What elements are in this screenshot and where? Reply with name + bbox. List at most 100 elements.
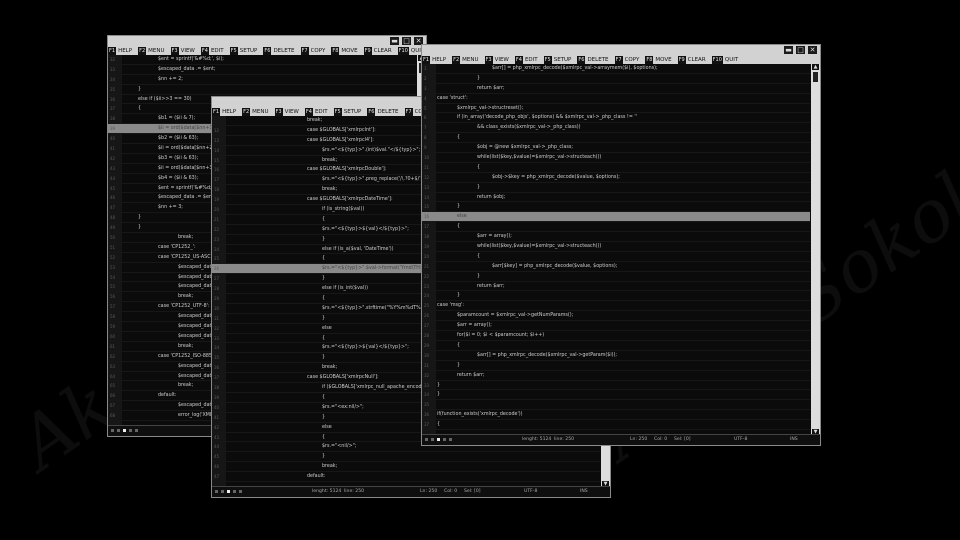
code-line[interactable]: 35 — [422, 400, 810, 411]
code-line[interactable]: 34 $nn += 2; — [108, 75, 416, 85]
page-dot[interactable] — [135, 429, 138, 432]
code-line[interactable]: 17 { — [422, 222, 810, 233]
code-line[interactable]: 13} — [422, 183, 810, 193]
code-line[interactable]: 37 { — [422, 420, 810, 430]
code-line[interactable]: 26 $paramcount = $xmlrpc_val->getNumParam… — [422, 311, 810, 322]
code-line[interactable]: 10 while(list($key,$value)=$xmlrpc_val->s… — [422, 153, 810, 163]
minimize-button[interactable]: ▬ — [390, 37, 399, 45]
code-line[interactable]: 28 for($i = 0; $i < $paramcount; $i++) — [422, 331, 810, 341]
code-line[interactable]: 20 { — [422, 252, 810, 262]
page-dot[interactable] — [239, 490, 242, 493]
menu-item-help[interactable]: F1 HELP — [108, 46, 132, 55]
menu-item-delete[interactable]: F6 DELETE — [263, 46, 295, 55]
code-line[interactable]: 1 $arr[] = php_xmlrpc_decode($xmlrpc_val-… — [422, 64, 810, 74]
editor-window-right[interactable]: ▬ □ ✕ F1 HELP F2 MENU F3 VIEW F4 EDIT F5 SETUP F6 DELE… — [421, 44, 821, 446]
code-text: } — [138, 215, 142, 221]
menu-item-delete[interactable]: F6 DELETE — [577, 55, 609, 64]
code-line[interactable]: 18 $arr = array(); — [422, 232, 810, 243]
code-area[interactable]: 1 $arr[] = php_xmlrpc_decode($xmlrpc_val-… — [422, 64, 820, 435]
menu-item-help[interactable]: F1 HELP — [212, 107, 236, 116]
page-dot[interactable] — [425, 438, 428, 441]
code-line[interactable]: 3 return $arr; — [422, 84, 810, 94]
code-line[interactable]: 34} — [422, 390, 810, 401]
code-line[interactable]: 12 $obj->$key = php_xmlrpc_decode($value,… — [422, 173, 810, 183]
minimize-button[interactable]: ▬ — [784, 46, 793, 54]
code-line[interactable]: 5 $xmlrpc_val->structreset(); — [422, 104, 810, 114]
code-line[interactable]: 9 $obj = @new $xmlrpc_val->_php_class; — [422, 143, 810, 154]
code-line[interactable]: 19 while(list($key,$value)=$xmlrpc_val->s… — [422, 242, 810, 252]
page-dot[interactable] — [111, 429, 114, 432]
menu-item-setup[interactable]: F5 SETUP — [229, 46, 257, 55]
page-dot[interactable] — [221, 490, 224, 493]
code-line[interactable]: 11 { — [422, 163, 810, 173]
page-dot[interactable] — [437, 438, 440, 441]
menu-item-view[interactable]: F3 VIEW — [274, 107, 299, 116]
menu-item-setup[interactable]: F5 SETUP — [333, 107, 361, 116]
code-line[interactable]: 21 $arr[$key] = php_xmlrpc_decode($value,… — [422, 262, 810, 272]
menu-item-copy[interactable]: F7COPY — [300, 46, 325, 55]
code-line[interactable]: 27 $arr = array(); — [422, 321, 810, 332]
page-dot[interactable] — [449, 438, 452, 441]
code-line[interactable]: 4 case 'struct': — [422, 94, 810, 104]
code-line[interactable]: 32 return $arr; — [422, 371, 810, 381]
maximize-button[interactable]: □ — [402, 37, 411, 45]
code-line[interactable]: 22} — [422, 272, 810, 282]
page-dot[interactable] — [227, 490, 230, 493]
page-dot[interactable] — [123, 429, 126, 432]
code-line[interactable]: 2} — [422, 74, 810, 84]
code-line[interactable]: 31} — [422, 361, 810, 371]
code-line[interactable]: 8{ — [422, 133, 810, 144]
line-number: 56 — [110, 294, 116, 300]
menu-item-menu[interactable]: F2 MENU — [452, 55, 479, 64]
code-line[interactable]: 25 case 'msg': — [422, 301, 810, 312]
page-dot[interactable] — [431, 438, 434, 441]
menu-item-move[interactable]: F8MOVE — [331, 46, 358, 55]
code-line[interactable]: 6 if (in_array('decode_php_objs', $option… — [422, 113, 810, 124]
menu-item-view[interactable]: F3 VIEW — [170, 46, 195, 55]
menu-item-edit[interactable]: F4 EDIT — [514, 55, 538, 64]
menu-item-copy[interactable]: F7COPY — [614, 55, 639, 64]
code-line[interactable]: 16 else — [422, 212, 810, 223]
maximize-button[interactable]: □ — [796, 46, 805, 54]
page-dot[interactable] — [443, 438, 446, 441]
code-line[interactable]: 32 $ent = sprintf('&#%d;', $i); — [108, 55, 416, 65]
line-number: 27 — [214, 276, 220, 282]
menu-item-clear[interactable]: F9CLEAR — [363, 46, 392, 55]
close-button[interactable]: ✕ — [808, 46, 817, 54]
menu-item-edit[interactable]: F4 EDIT — [200, 46, 224, 55]
code-line[interactable]: 23 return $arr; — [422, 282, 810, 292]
page-dot[interactable] — [117, 429, 120, 432]
code-line[interactable]: 14 return $obj; — [422, 193, 810, 203]
code-line[interactable]: 45} — [212, 452, 600, 463]
menu-item-edit[interactable]: F4 EDIT — [304, 107, 328, 116]
page-dot[interactable] — [129, 429, 132, 432]
menu-item-clear[interactable]: F9CLEAR — [677, 55, 706, 64]
scroll-thumb[interactable] — [813, 72, 818, 82]
menu-item-setup[interactable]: F5 SETUP — [543, 55, 571, 64]
code-line[interactable]: 36 if(function_exists('xmlrpc_decode')) — [422, 410, 810, 421]
code-line[interactable]: 24} — [422, 291, 810, 302]
menu-item-move[interactable]: F8MOVE — [645, 55, 672, 64]
scroll-up-icon[interactable]: ▲ — [812, 64, 819, 70]
menu-item-delete[interactable]: F6 DELETE — [367, 107, 399, 116]
code-line[interactable]: 46 break; — [212, 462, 600, 473]
menu-item-help[interactable]: F1 HELP — [422, 55, 446, 64]
code-line[interactable]: 30 $arr[] = php_xmlrpc_decode($xmlrpc_val… — [422, 351, 810, 361]
code-line[interactable]: 33 $escaped_data .= $ent; — [108, 65, 416, 75]
menu-item-view[interactable]: F3 VIEW — [484, 55, 509, 64]
code-line[interactable]: 15} — [422, 202, 810, 213]
line-number: 7 — [424, 125, 427, 131]
page-dot[interactable] — [215, 490, 218, 493]
code-line[interactable]: 35} — [108, 85, 416, 95]
code-line[interactable]: 7 && class_exists($xmlrpc_val->_php_class… — [422, 123, 810, 134]
vertical-scrollbar[interactable]: ▲▼ — [811, 64, 820, 435]
code-text: case 'CP1252_': — [158, 244, 196, 250]
menu-item-quit[interactable]: F10QUIT — [711, 55, 738, 64]
code-line[interactable]: 29 { — [422, 341, 810, 351]
menu-item-menu[interactable]: F2 MENU — [138, 46, 165, 55]
menu-item-menu[interactable]: F2 MENU — [242, 107, 269, 116]
code-line[interactable]: 47 default: — [212, 472, 600, 482]
page-dot[interactable] — [233, 490, 236, 493]
code-text: if ($GLOBALS['xmlrpc_null_apache_encodin… — [322, 385, 435, 391]
code-line[interactable]: 33} — [422, 381, 810, 391]
